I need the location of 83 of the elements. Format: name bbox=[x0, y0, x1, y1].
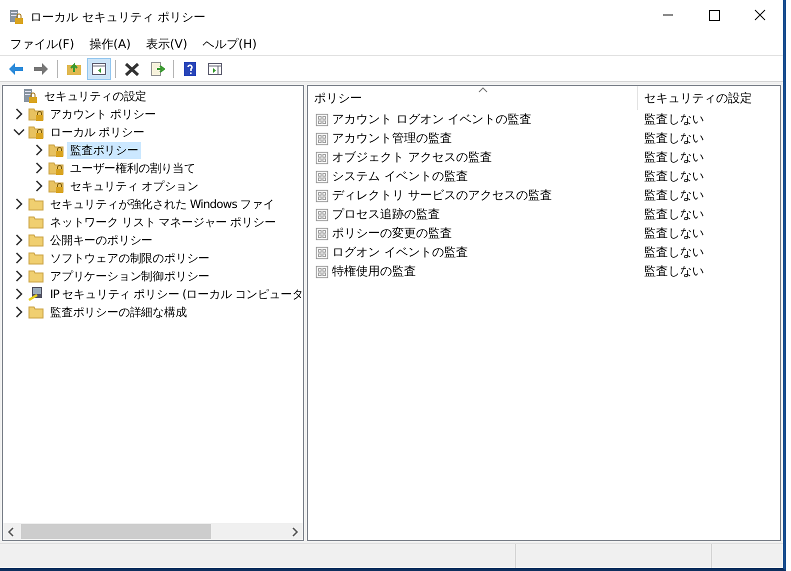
folder-icon bbox=[28, 196, 44, 212]
forward-arrow-icon bbox=[33, 60, 49, 76]
tree-item[interactable]: セキュリティが強化された Windows ファイ bbox=[47, 196, 278, 212]
policy-icon bbox=[315, 112, 329, 126]
policy-setting: 監査しない bbox=[644, 225, 704, 242]
action-pane-icon bbox=[207, 60, 223, 76]
app-icon bbox=[8, 9, 24, 25]
expand-icon[interactable] bbox=[33, 180, 45, 192]
policy-icon bbox=[315, 150, 329, 164]
policy-icon bbox=[315, 264, 329, 278]
help-icon bbox=[182, 60, 198, 76]
locked-folder-icon bbox=[48, 160, 64, 176]
policy-name[interactable]: オブジェクト アクセスの監査 bbox=[332, 149, 492, 166]
menu-item[interactable]: ファイル(F) bbox=[4, 36, 84, 53]
policy-icon bbox=[315, 170, 329, 184]
tree-item[interactable]: ネットワーク リスト マネージャー ポリシー bbox=[47, 214, 279, 230]
folder-icon bbox=[28, 232, 44, 248]
folder-icon bbox=[28, 268, 44, 284]
policy-name[interactable]: ログオン イベントの監査 bbox=[332, 244, 468, 261]
policy-name[interactable]: プロセス追跡の監査 bbox=[332, 206, 440, 223]
policy-name[interactable]: ディレクトリ サービスのアクセスの監査 bbox=[332, 187, 552, 204]
policy-setting: 監査しない bbox=[644, 168, 704, 185]
policy-icon bbox=[315, 188, 329, 202]
expand-icon[interactable] bbox=[13, 198, 25, 210]
export-list-icon bbox=[149, 60, 165, 76]
expand-icon[interactable] bbox=[13, 252, 25, 264]
tree-item[interactable]: セキュリティ オプション bbox=[67, 178, 202, 194]
security-settings-icon bbox=[22, 88, 38, 104]
window-title: ローカル セキュリティ ポリシー bbox=[30, 8, 207, 26]
folder-icon bbox=[28, 250, 44, 266]
tree-item[interactable]: ローカル ポリシー bbox=[47, 124, 148, 140]
tree-item[interactable]: ソフトウェアの制限のポリシー bbox=[47, 250, 213, 266]
locked-folder-icon bbox=[28, 124, 44, 140]
policy-setting: 監査しない bbox=[644, 130, 704, 147]
delete-icon bbox=[124, 60, 140, 76]
back-arrow-icon bbox=[8, 60, 24, 76]
policy-setting: 監査しない bbox=[644, 263, 704, 280]
sort-icon bbox=[478, 87, 488, 93]
policy-name[interactable]: アカウント ログオン イベントの監査 bbox=[332, 111, 532, 128]
policy-name[interactable]: アカウント管理の監査 bbox=[332, 130, 452, 147]
policy-setting: 監査しない bbox=[644, 187, 704, 204]
folder-icon bbox=[28, 214, 44, 230]
folder-icon bbox=[28, 304, 44, 320]
policy-icon bbox=[315, 132, 329, 146]
policy-setting: 監査しない bbox=[644, 244, 704, 261]
expand-icon[interactable] bbox=[13, 234, 25, 246]
tree-item[interactable]: セキュリティの設定 bbox=[41, 88, 150, 104]
policy-name[interactable]: ポリシーの変更の監査 bbox=[332, 225, 452, 242]
expand-icon[interactable] bbox=[13, 306, 25, 318]
tree-item[interactable]: 監査ポリシー bbox=[67, 142, 142, 158]
column-header[interactable]: ポリシー bbox=[308, 86, 638, 110]
expand-icon[interactable] bbox=[33, 162, 45, 174]
tree-item[interactable]: 公開キーのポリシー bbox=[47, 232, 156, 248]
tree-item[interactable]: アカウント ポリシー bbox=[47, 106, 159, 122]
locked-folder-icon bbox=[28, 106, 44, 122]
policy-name[interactable]: 特権使用の監査 bbox=[332, 263, 416, 280]
computer-key-icon bbox=[28, 286, 44, 302]
console-tree-button[interactable] bbox=[87, 58, 111, 80]
policy-icon bbox=[315, 226, 329, 240]
menu-item[interactable]: ヘルプ(H) bbox=[196, 36, 266, 53]
menu-item[interactable]: 表示(V) bbox=[140, 36, 196, 53]
locked-folder-icon bbox=[48, 178, 64, 194]
policy-icon bbox=[315, 208, 329, 222]
scrollbar-thumb[interactable] bbox=[21, 524, 211, 539]
menu-item[interactable]: 操作(A) bbox=[83, 36, 140, 53]
tree-item[interactable]: アプリケーション制御ポリシー bbox=[47, 268, 213, 284]
folder-up-icon bbox=[66, 60, 82, 76]
expand-icon[interactable] bbox=[13, 270, 25, 282]
policy-name[interactable]: システム イベントの監査 bbox=[332, 168, 468, 185]
policy-setting: 監査しない bbox=[644, 111, 704, 128]
policy-setting: 監査しない bbox=[644, 206, 704, 223]
policy-icon bbox=[315, 246, 329, 260]
expand-icon[interactable] bbox=[13, 108, 25, 120]
column-header[interactable]: セキュリティの設定 bbox=[638, 86, 780, 110]
expand-icon[interactable] bbox=[33, 144, 45, 156]
tree-item[interactable]: IP セキュリティ ポリシー (ローカル コンピュータ bbox=[47, 286, 303, 302]
collapse-icon[interactable] bbox=[13, 126, 25, 138]
locked-folder-icon bbox=[48, 142, 64, 158]
tree-item[interactable]: 監査ポリシーの詳細な構成 bbox=[47, 304, 190, 320]
tree-item[interactable]: ユーザー権利の割り当て bbox=[67, 160, 198, 176]
expand-icon[interactable] bbox=[13, 288, 25, 300]
tree-pane-icon bbox=[91, 60, 107, 76]
policy-setting: 監査しない bbox=[644, 149, 704, 166]
